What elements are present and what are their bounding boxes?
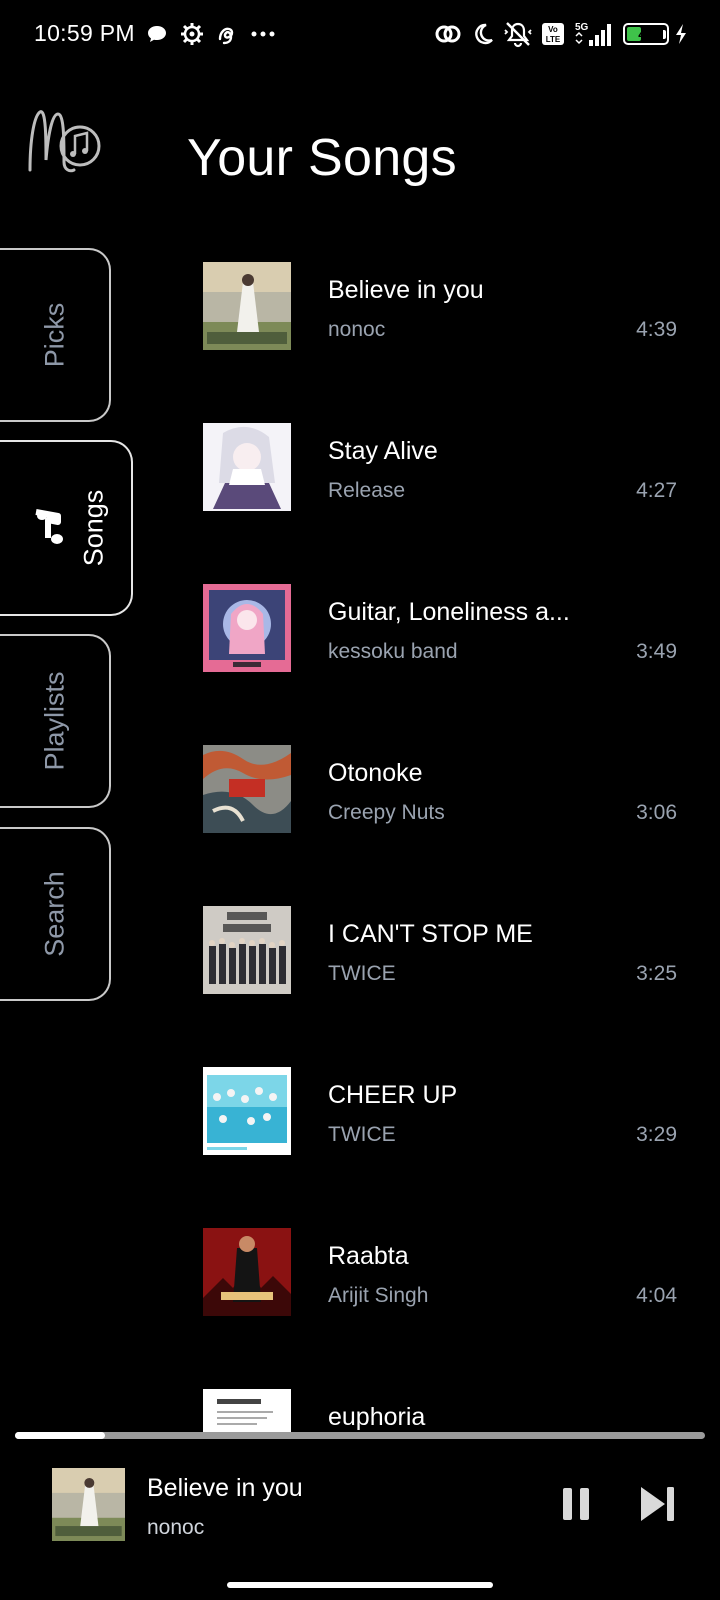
song-row[interactable]: euphoria [203, 1389, 683, 1433]
more-dots-icon [250, 30, 276, 38]
volte-icon: Vo LTE [541, 22, 565, 46]
song-artist: kessoku band [328, 640, 458, 663]
battery-level: 43 [638, 26, 654, 42]
song-row[interactable]: I CAN'T STOP ME TWICE 3:25 [203, 906, 683, 996]
song-artist: nonoc [328, 318, 386, 341]
music-note-icon [32, 508, 70, 553]
chat-bubble-icon [146, 23, 168, 45]
now-playing-bar[interactable]: Believe in you nonoc [0, 1446, 720, 1566]
album-cover [203, 423, 291, 511]
song-list[interactable]: Believe in you nonoc 4:39 Stay Alive Rel… [203, 262, 683, 1433]
song-artist: Arijit Singh [328, 1284, 429, 1307]
song-row[interactable]: Raabta Arijit Singh 4:04 [203, 1228, 683, 1318]
now-playing-artist: nonoc [147, 1516, 205, 1539]
tab-songs-label: Songs [78, 489, 109, 567]
skip-next-icon [641, 1487, 674, 1521]
status-right-icons: Vo LTE 5G 43 [433, 18, 688, 50]
album-cover [203, 1067, 291, 1155]
link-icon [433, 23, 463, 45]
charging-bolt-icon [674, 23, 688, 45]
svg-text:5G: 5G [575, 22, 589, 33]
home-indicator[interactable] [227, 1582, 493, 1588]
album-cover [203, 745, 291, 833]
pause-button[interactable] [561, 1486, 591, 1522]
song-duration: 4:04 [636, 1284, 677, 1307]
song-row[interactable]: Guitar, Loneliness a... kessoku band 3:4… [203, 584, 683, 674]
vibrate-off-icon [503, 20, 533, 48]
tab-songs[interactable]: Songs [0, 440, 133, 616]
album-cover [203, 1389, 291, 1433]
song-row[interactable]: Believe in you nonoc 4:39 [203, 262, 683, 352]
song-title: Otonoke [328, 759, 423, 787]
signal-5g-icon: 5G [573, 20, 615, 48]
song-duration: 3:25 [636, 962, 677, 985]
tab-picks[interactable]: Picks [0, 248, 111, 422]
app-spiral-icon [216, 23, 238, 45]
moon-icon [471, 22, 495, 46]
playback-progress-fill [15, 1432, 105, 1439]
pause-icon [563, 1488, 589, 1520]
tab-picks-label: Picks [39, 302, 69, 368]
album-cover [203, 1228, 291, 1316]
svg-text:LTE: LTE [546, 35, 561, 44]
song-artist: TWICE [328, 1123, 396, 1146]
song-row[interactable]: Otonoke Creepy Nuts 3:06 [203, 745, 683, 835]
tab-playlists[interactable]: Playlists [0, 634, 111, 808]
playback-progress-bar[interactable] [15, 1432, 705, 1439]
song-title: I CAN'T STOP ME [328, 920, 533, 948]
battery-icon: 43 [623, 23, 669, 45]
album-cover [203, 262, 291, 350]
tab-playlists-label: Playlists [39, 671, 69, 771]
song-duration: 3:49 [636, 640, 677, 663]
song-row[interactable]: Stay Alive Release 4:27 [203, 423, 683, 513]
song-row[interactable]: CHEER UP TWICE 3:29 [203, 1067, 683, 1157]
album-cover [203, 584, 291, 672]
song-duration: 3:06 [636, 801, 677, 824]
song-title: Raabta [328, 1242, 409, 1270]
music-logo-icon[interactable] [24, 100, 104, 180]
song-duration: 4:27 [636, 479, 677, 502]
page-title: Your Songs [187, 129, 457, 187]
svg-text:Vo: Vo [548, 25, 558, 34]
tab-search-label: Search [39, 871, 69, 957]
now-playing-cover [52, 1468, 125, 1541]
settings-gear-icon [180, 22, 204, 46]
song-artist: Release [328, 479, 406, 502]
tab-search[interactable]: Search [0, 827, 111, 1001]
song-title: Guitar, Loneliness a... [328, 598, 570, 626]
song-title: Believe in you [328, 276, 484, 304]
song-title: Stay Alive [328, 437, 438, 465]
song-title: CHEER UP [328, 1081, 458, 1109]
status-left-icons [146, 20, 276, 48]
album-cover [203, 906, 291, 994]
status-bar: 10:59 PM Vo LTE 5G 43 [0, 0, 720, 70]
song-artist: TWICE [328, 962, 396, 985]
skip-next-button[interactable] [638, 1484, 676, 1524]
status-time: 10:59 PM [34, 20, 135, 46]
song-duration: 3:29 [636, 1123, 677, 1146]
song-duration: 4:39 [636, 318, 677, 341]
now-playing-title: Believe in you [147, 1474, 303, 1502]
song-title: euphoria [328, 1403, 426, 1431]
song-artist: Creepy Nuts [328, 801, 445, 824]
